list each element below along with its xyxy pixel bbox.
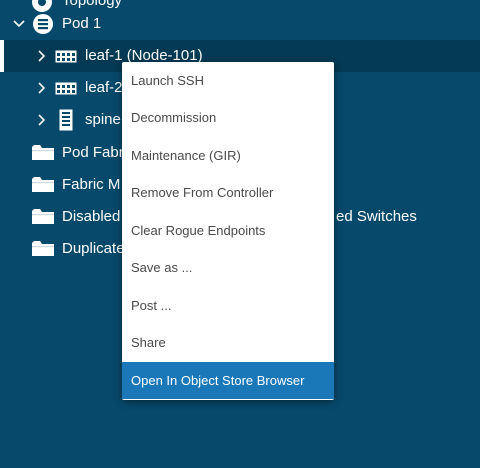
leaf-switch-icon (55, 82, 77, 95)
tree-item-label: Pod 1 (62, 15, 102, 32)
tree-item-label: Duplicate (62, 240, 125, 257)
folder-icon (32, 209, 54, 225)
pod-icon (32, 13, 54, 35)
menu-item-open-in-object-store-browser[interactable]: Open In Object Store Browser (122, 362, 334, 399)
chevron-right-icon[interactable] (35, 113, 49, 127)
menu-item-launch-ssh[interactable]: Launch SSH (122, 62, 334, 99)
chevron-down-icon[interactable] (12, 17, 26, 31)
tree-item-pod-1[interactable]: Pod 1 (0, 8, 480, 40)
folder-icon (32, 145, 54, 161)
folder-icon (32, 241, 54, 257)
tree-item-label: Fabric M (62, 176, 121, 193)
menu-item-post[interactable]: Post ... (122, 287, 334, 324)
menu-item-share[interactable]: Share (122, 324, 334, 361)
context-menu: Launch SSH Decommission Maintenance (GIR… (122, 62, 334, 400)
chevron-right-icon[interactable] (35, 49, 49, 63)
tree-item-label: Disabled (62, 208, 121, 225)
menu-item-decommission[interactable]: Decommission (122, 99, 334, 136)
leaf-switch-icon (55, 50, 77, 63)
menu-item-remove-from-controller[interactable]: Remove From Controller (122, 174, 334, 211)
menu-item-save-as[interactable]: Save as ... (122, 249, 334, 286)
tree-item-label: leaf-2 (85, 79, 123, 96)
folder-icon (32, 177, 54, 193)
chevron-right-icon[interactable] (35, 81, 49, 95)
spine-switch-icon (59, 109, 73, 131)
menu-item-maintenance-gir[interactable]: Maintenance (GIR) (122, 137, 334, 174)
tree-item-label-tail: ed Switches (336, 208, 417, 225)
menu-item-clear-rogue-endpoints[interactable]: Clear Rogue Endpoints (122, 212, 334, 249)
tree-item-label: spine (85, 111, 121, 128)
